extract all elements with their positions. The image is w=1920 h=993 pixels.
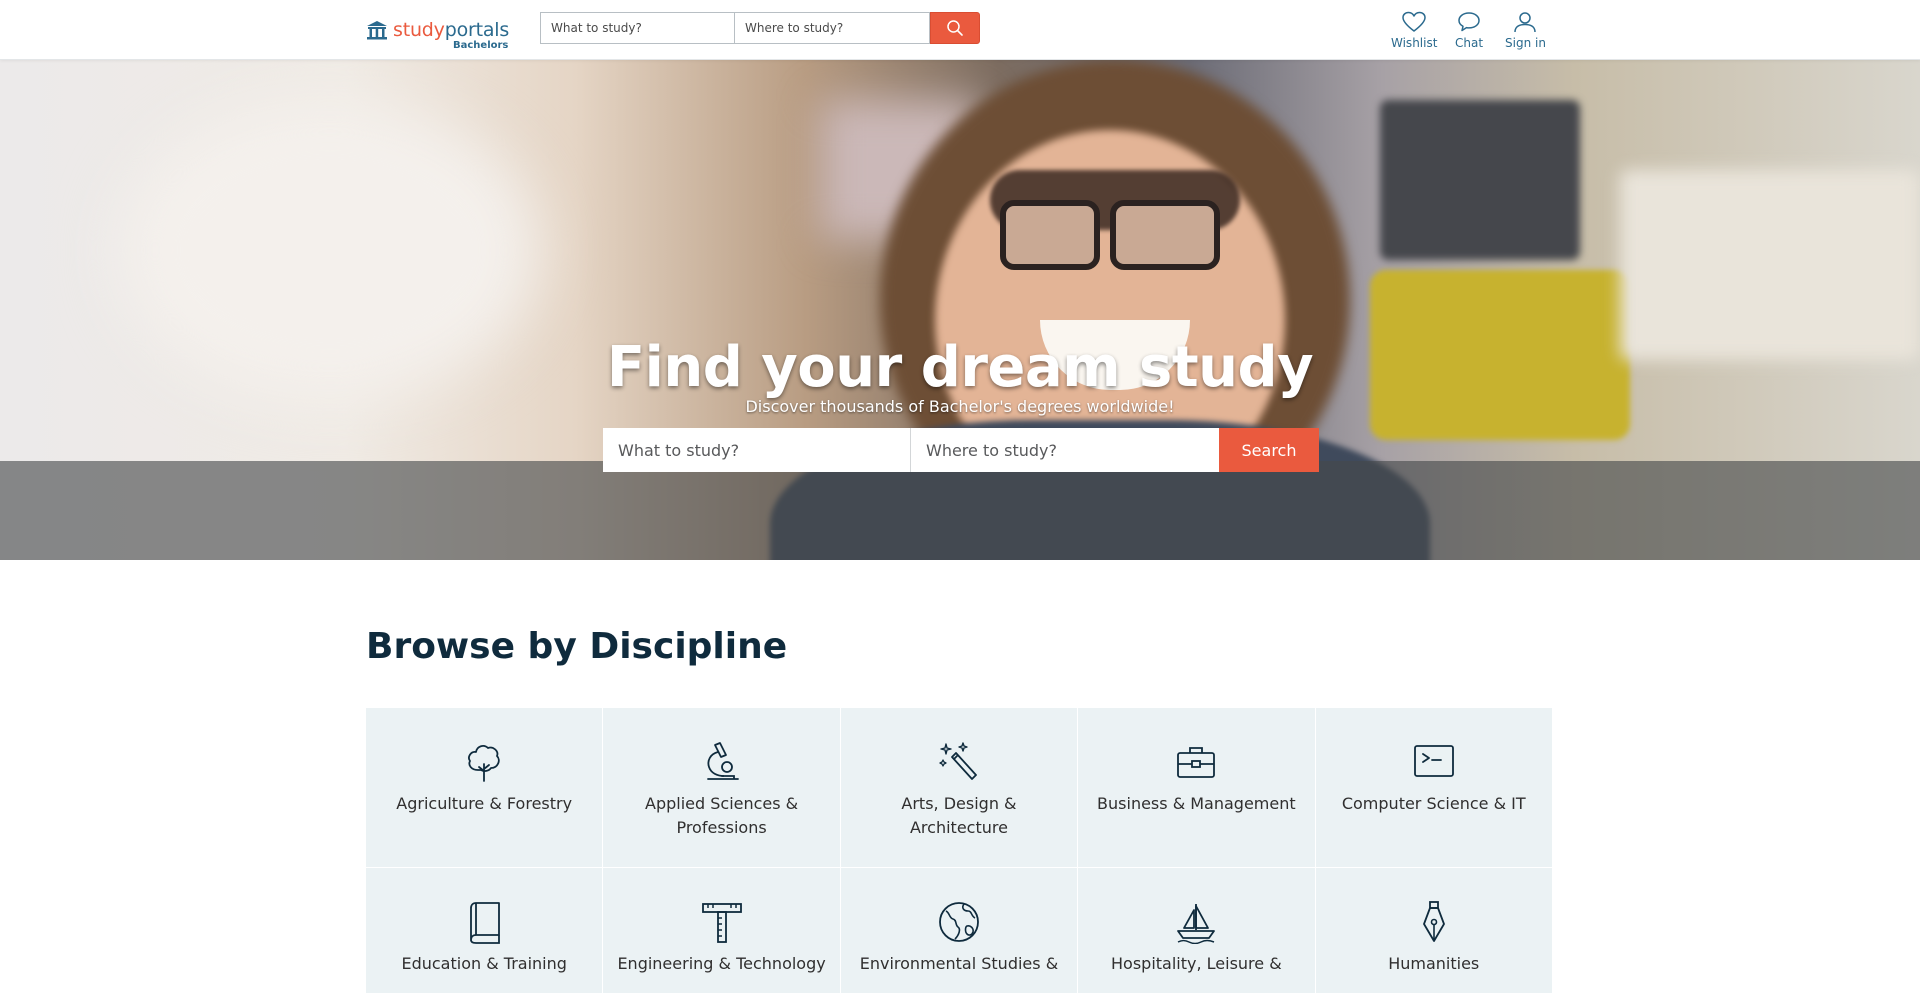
search-icon bbox=[947, 20, 963, 36]
discipline-label: Arts, Design & Architecture bbox=[901, 794, 1017, 837]
section-title: Browse by Discipline bbox=[366, 626, 788, 667]
hero-where-input[interactable]: Where to study? bbox=[911, 428, 1219, 472]
discipline-computer-science[interactable]: Computer Science & IT bbox=[1315, 708, 1553, 868]
hero-search: What to study? Where to study? Search bbox=[603, 428, 1319, 472]
chat-button[interactable]: Chat bbox=[1455, 10, 1483, 50]
logo-subtitle: Bachelors bbox=[453, 40, 509, 51]
magic-wand-icon bbox=[939, 742, 977, 780]
logo-study-text: study bbox=[393, 19, 445, 41]
studyportals-logo[interactable]: studyportals Bachelors bbox=[366, 17, 512, 53]
discipline-label: Environmental Studies & bbox=[859, 954, 1059, 973]
discipline-arts-design[interactable]: Arts, Design & Architecture bbox=[840, 708, 1079, 868]
header-where-input[interactable]: Where to study? bbox=[735, 12, 930, 44]
hero-search-button[interactable]: Search bbox=[1219, 428, 1319, 472]
chat-label: Chat bbox=[1455, 36, 1484, 50]
tree-icon bbox=[468, 745, 500, 782]
user-icon bbox=[1514, 12, 1537, 33]
book-icon bbox=[470, 902, 501, 944]
heart-icon bbox=[1402, 11, 1426, 32]
discipline-engineering-technology[interactable]: Engineering & Technology bbox=[603, 868, 841, 993]
discipline-label: Computer Science & IT bbox=[1341, 794, 1526, 813]
discipline-hospitality-leisure[interactable]: Hospitality, Leisure & bbox=[1078, 868, 1316, 993]
discipline-education-training[interactable]: Education & Training bbox=[366, 868, 604, 993]
discipline-label: Hospitality, Leisure & bbox=[1111, 954, 1282, 973]
discipline-humanities[interactable]: Humanities bbox=[1315, 868, 1553, 993]
briefcase-icon bbox=[1177, 747, 1216, 778]
discipline-environmental-studies[interactable]: Environmental Studies & bbox=[840, 868, 1079, 993]
chat-icon bbox=[1458, 12, 1480, 32]
header-search: What to study? Where to study? bbox=[540, 12, 980, 44]
university-icon bbox=[367, 21, 387, 40]
discipline-label: Humanities bbox=[1388, 954, 1480, 973]
sailboat-icon bbox=[1177, 904, 1216, 944]
logo-portals-text: portals bbox=[444, 19, 510, 41]
discipline-label: Education & Training bbox=[401, 954, 567, 973]
hero-banner: Find your dream study Discover thousands… bbox=[0, 60, 1920, 560]
discipline-label: Engineering & Technology bbox=[617, 954, 826, 973]
header-search-button[interactable] bbox=[930, 12, 980, 44]
hero-subtitle: Discover thousands of Bachelor's degrees… bbox=[745, 397, 1175, 416]
terminal-icon bbox=[1413, 745, 1454, 777]
logo-wordmark: studyportals bbox=[393, 19, 509, 41]
microscope-icon bbox=[706, 742, 739, 780]
pen-nib-icon bbox=[1422, 901, 1445, 942]
wishlist-button[interactable]: Wishlist bbox=[1391, 10, 1437, 50]
discipline-label: Business & Management bbox=[1097, 794, 1296, 813]
sign-in-label: Sign in bbox=[1505, 36, 1546, 50]
hero-what-input[interactable]: What to study? bbox=[603, 428, 911, 472]
wishlist-label: Wishlist bbox=[1391, 36, 1438, 50]
top-header: studyportals Bachelors What to study? Wh… bbox=[0, 0, 1920, 60]
search-band bbox=[0, 461, 1920, 560]
discipline-applied-sciences[interactable]: Applied Sciences & Professions bbox=[603, 708, 841, 868]
hero-title: Find your dream study bbox=[606, 335, 1314, 400]
globe-icon bbox=[939, 902, 979, 942]
discipline-label: Applied Sciences & Professions bbox=[645, 794, 799, 837]
discipline-agriculture-forestry[interactable]: Agriculture & Forestry bbox=[366, 708, 604, 868]
discipline-business-management[interactable]: Business & Management bbox=[1078, 708, 1316, 868]
t-square-icon bbox=[701, 903, 742, 943]
sign-in-button[interactable]: Sign in bbox=[1505, 10, 1546, 50]
header-what-input[interactable]: What to study? bbox=[540, 12, 735, 44]
discipline-label: Agriculture & Forestry bbox=[396, 794, 573, 813]
discipline-grid: Agriculture & Forestry Applied Sciences … bbox=[366, 708, 1553, 993]
